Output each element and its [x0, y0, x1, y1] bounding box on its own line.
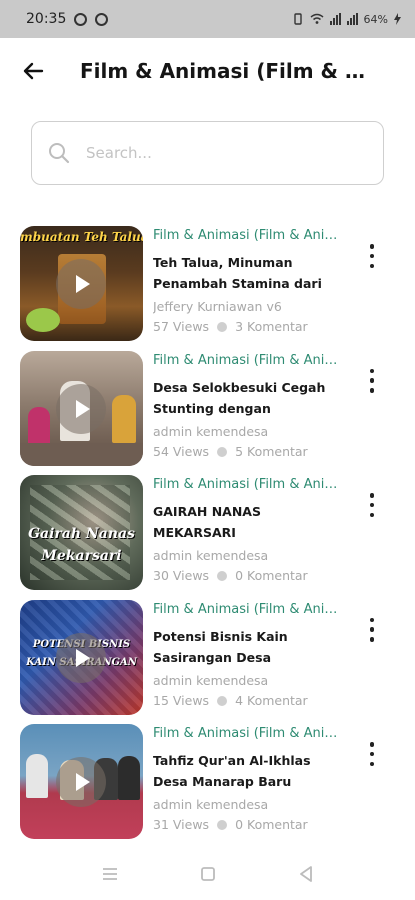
wifi-icon: [310, 13, 324, 24]
video-thumbnail[interactable]: [20, 724, 143, 839]
more-vertical-icon: [369, 368, 375, 373]
video-list-item[interactable]: mbuatan Teh Talua Film & Animasi (Film &…: [0, 222, 415, 347]
video-info: Film & Animasi (Film & Animasi) Desa Sel…: [153, 351, 343, 462]
video-thumbnail[interactable]: Gairah Nanas Mekarsari: [20, 475, 143, 590]
play-icon: [56, 632, 106, 683]
view-count: 31 Views: [153, 817, 210, 832]
more-options-button[interactable]: [365, 742, 379, 766]
comment-count: 3 Komentar: [235, 319, 308, 334]
video-stats: 31 Views 0 Komentar: [153, 815, 343, 835]
play-icon: [56, 259, 106, 309]
video-list-item[interactable]: Film & Animasi (Film & Animasi) Desa Sel…: [0, 347, 415, 472]
more-options-button[interactable]: [365, 368, 379, 393]
app-header: Film & Animasi (Film & Animasi (Film & A…: [0, 38, 415, 104]
separator-dot: [217, 571, 228, 581]
separator-dot: [217, 695, 228, 706]
home-button[interactable]: [199, 865, 217, 883]
search-box[interactable]: [31, 121, 384, 185]
thumbnail-caption: mbuatan Teh Talua: [20, 230, 143, 244]
battery-text: 64%: [363, 12, 388, 26]
comment-count: 5 Komentar: [235, 443, 308, 459]
menu-icon: [102, 868, 117, 880]
status-right: 64%: [292, 13, 401, 26]
separator-dot: [217, 322, 228, 332]
status-left: 20:35: [26, 11, 109, 27]
search-icon: [49, 143, 70, 164]
video-stats: 54 Views 5 Komentar: [153, 442, 343, 462]
arrow-left-icon: [23, 62, 44, 80]
comment-count: 0 Komentar: [235, 817, 308, 832]
video-title: Desa Selokbesuki Cegah Stunting dengan P…: [153, 379, 326, 416]
video-thumbnail[interactable]: POTENSI BISNIS KAIN SASIRANGAN: [20, 599, 143, 715]
more-vertical-icon: [369, 244, 375, 249]
vibrate-icon: [293, 13, 302, 25]
status-bar: 20:35 64%: [0, 0, 415, 38]
video-category: Film & Animasi (Film & Animasi): [153, 477, 343, 492]
separator-dot: [217, 446, 228, 457]
more-vertical-icon: [369, 493, 375, 498]
separator-dot: [217, 820, 228, 830]
thumbnail-caption: Gairah Nanas Mekarsari: [28, 526, 135, 564]
video-list: mbuatan Teh Talua Film & Animasi (Film &…: [0, 222, 415, 845]
more-options-button[interactable]: [365, 493, 379, 517]
video-thumbnail[interactable]: mbuatan Teh Talua: [20, 226, 143, 341]
notification-icon: [74, 12, 88, 26]
play-icon: [56, 383, 106, 434]
video-author: Jeffery Kurniawan v6: [153, 299, 282, 314]
view-count: 57 Views: [153, 319, 210, 334]
video-stats: 30 Views 0 Komentar: [153, 566, 343, 586]
video-title: GAIRAH NANAS MEKARSARI: [153, 504, 261, 540]
video-title: Potensi Bisnis Kain Sasirangan Desa Pema…: [153, 628, 288, 665]
more-options-button[interactable]: [365, 617, 379, 642]
video-list-item[interactable]: Gairah Nanas Mekarsari Film & Animasi (F…: [0, 471, 415, 596]
video-author: admin kemendesa: [153, 548, 269, 563]
comment-count: 4 Komentar: [235, 692, 308, 708]
charging-icon: [394, 13, 401, 25]
video-title: Teh Talua, Minuman Penambah Stamina dari…: [153, 255, 322, 291]
view-count: 30 Views: [153, 568, 210, 583]
more-vertical-icon: [369, 742, 375, 747]
video-list-item[interactable]: Film & Animasi (Film & Animasi) Tahfiz Q…: [0, 720, 415, 845]
video-author: admin kemendesa: [153, 672, 269, 688]
video-stats: 15 Views 4 Komentar: [153, 691, 343, 711]
video-author: admin kemendesa: [153, 423, 269, 439]
video-info: Film & Animasi (Film & Animasi) Tahfiz Q…: [153, 724, 343, 835]
video-author: admin kemendesa: [153, 797, 269, 812]
video-info: Film & Animasi (Film & Animasi) Teh Talu…: [153, 226, 343, 337]
dnd-icon: [95, 12, 109, 26]
triangle-back-icon: [299, 866, 312, 882]
page-title: Film & Animasi (Film & Animasi (Film & A…: [80, 59, 378, 83]
video-title: Tahfiz Qur'an Al-Ikhlas Desa Manarap Bar…: [153, 753, 311, 789]
search-input[interactable]: [84, 143, 338, 163]
signal-icon-2: [346, 13, 358, 25]
more-vertical-icon: [369, 617, 375, 622]
system-back-button[interactable]: [297, 865, 315, 883]
video-thumbnail[interactable]: [20, 350, 143, 466]
video-category: Film & Animasi (Film & Animasi): [153, 726, 343, 741]
view-count: 54 Views: [153, 443, 210, 459]
video-info: Film & Animasi (Film & Animasi) Potensi …: [153, 600, 343, 711]
system-nav-bar: [0, 848, 415, 900]
comment-count: 0 Komentar: [235, 568, 308, 583]
status-time: 20:35: [26, 11, 67, 27]
video-list-item[interactable]: POTENSI BISNIS KAIN SASIRANGAN Film & An…: [0, 596, 415, 721]
video-info: Film & Animasi (Film & Animasi) GAIRAH N…: [153, 475, 343, 586]
video-category: Film & Animasi (Film & Animasi): [153, 228, 343, 243]
signal-icon: [329, 13, 341, 25]
back-button[interactable]: [18, 56, 48, 86]
video-category: Film & Animasi (Film & Animasi): [153, 352, 343, 368]
recents-button[interactable]: [101, 865, 119, 883]
video-category: Film & Animasi (Film & Animasi): [153, 601, 343, 617]
video-stats: 57 Views 3 Komentar: [153, 317, 343, 337]
play-icon: [56, 757, 106, 807]
view-count: 15 Views: [153, 692, 210, 708]
home-square-icon: [200, 867, 215, 881]
more-options-button[interactable]: [365, 244, 379, 268]
